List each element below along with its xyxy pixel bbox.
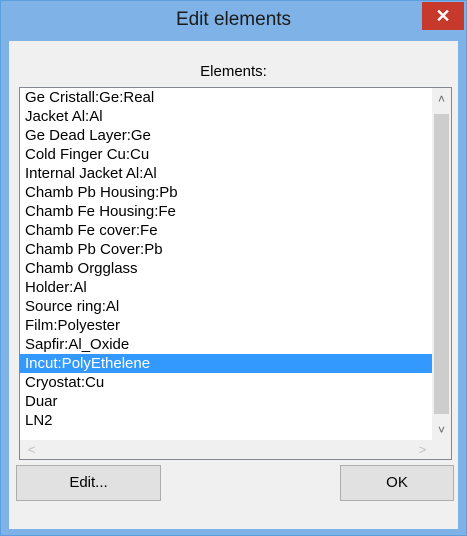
list-item[interactable]: Chamb Pb Housing:Pb	[20, 183, 432, 202]
title-bar[interactable]: Edit elements ✕	[1, 1, 466, 41]
list-item[interactable]: LN2	[20, 411, 432, 430]
list-item[interactable]: Incut:PolyEthelene	[20, 354, 432, 373]
list-item[interactable]: Chamb Orgglass	[20, 259, 432, 278]
list-item[interactable]: Holder:Al	[20, 278, 432, 297]
list-item[interactable]: Chamb Fe Housing:Fe	[20, 202, 432, 221]
elements-list-items: Ge Cristall:Ge:Real Jacket Al:Al Ge Dead L…	[20, 88, 432, 430]
window-title: Edit elements	[175, 9, 292, 30]
window-border-bottom	[1, 529, 466, 535]
ok-button[interactable]: OK	[340, 465, 454, 501]
elements-listbox[interactable]: Ge Cristall:Ge:Real Jacket Al:Al Ge Dead L…	[19, 87, 452, 460]
chevron-down-icon[interactable]: ˅	[432, 421, 451, 440]
chevron-right-icon[interactable]: >	[413, 440, 432, 459]
list-item[interactable]: Sapfir:Al_Oxide	[20, 335, 432, 354]
close-icon: ✕	[435, 6, 451, 26]
edit-elements-dialog: Edit elements ✕ Elements: Ge Cristall:Ge…	[0, 0, 467, 536]
list-item[interactable]: Internal Jacket Al:Al	[20, 164, 432, 183]
edit-button[interactable]: Edit...	[16, 465, 161, 501]
list-item[interactable]: Chamb Pb Cover:Pb	[20, 240, 432, 259]
list-item[interactable]: Cryostat:Cu	[20, 373, 432, 392]
list-item[interactable]: Duar	[20, 392, 432, 411]
chevron-up-icon[interactable]: ˄	[432, 90, 451, 109]
horizontal-scrollbar[interactable]: < >	[20, 440, 434, 459]
vertical-scroll-thumb[interactable]	[434, 114, 449, 414]
list-item[interactable]: Ge Cristall:Ge:Real	[20, 88, 432, 107]
window-border-right	[458, 41, 466, 535]
scrollbar-corner	[432, 440, 451, 459]
close-button[interactable]: ✕	[422, 2, 464, 30]
vertical-scrollbar[interactable]: ˄ ˅	[432, 88, 451, 440]
dialog-body: Elements: Ge Cristall:Ge:Real Jacket Al:A…	[9, 41, 458, 529]
list-item[interactable]: Ge Dead Layer:Ge	[20, 126, 432, 145]
list-item[interactable]: Jacket Al:Al	[20, 107, 432, 126]
chevron-left-icon[interactable]: <	[22, 440, 41, 459]
list-item[interactable]: Film:Polyester	[20, 316, 432, 335]
list-item[interactable]: Cold Finger Cu:Cu	[20, 145, 432, 164]
list-item[interactable]: Chamb Fe cover:Fe	[20, 221, 432, 240]
elements-label: Elements:	[200, 63, 267, 80]
window-border-left	[1, 41, 9, 535]
list-item[interactable]: Source ring:Al	[20, 297, 432, 316]
